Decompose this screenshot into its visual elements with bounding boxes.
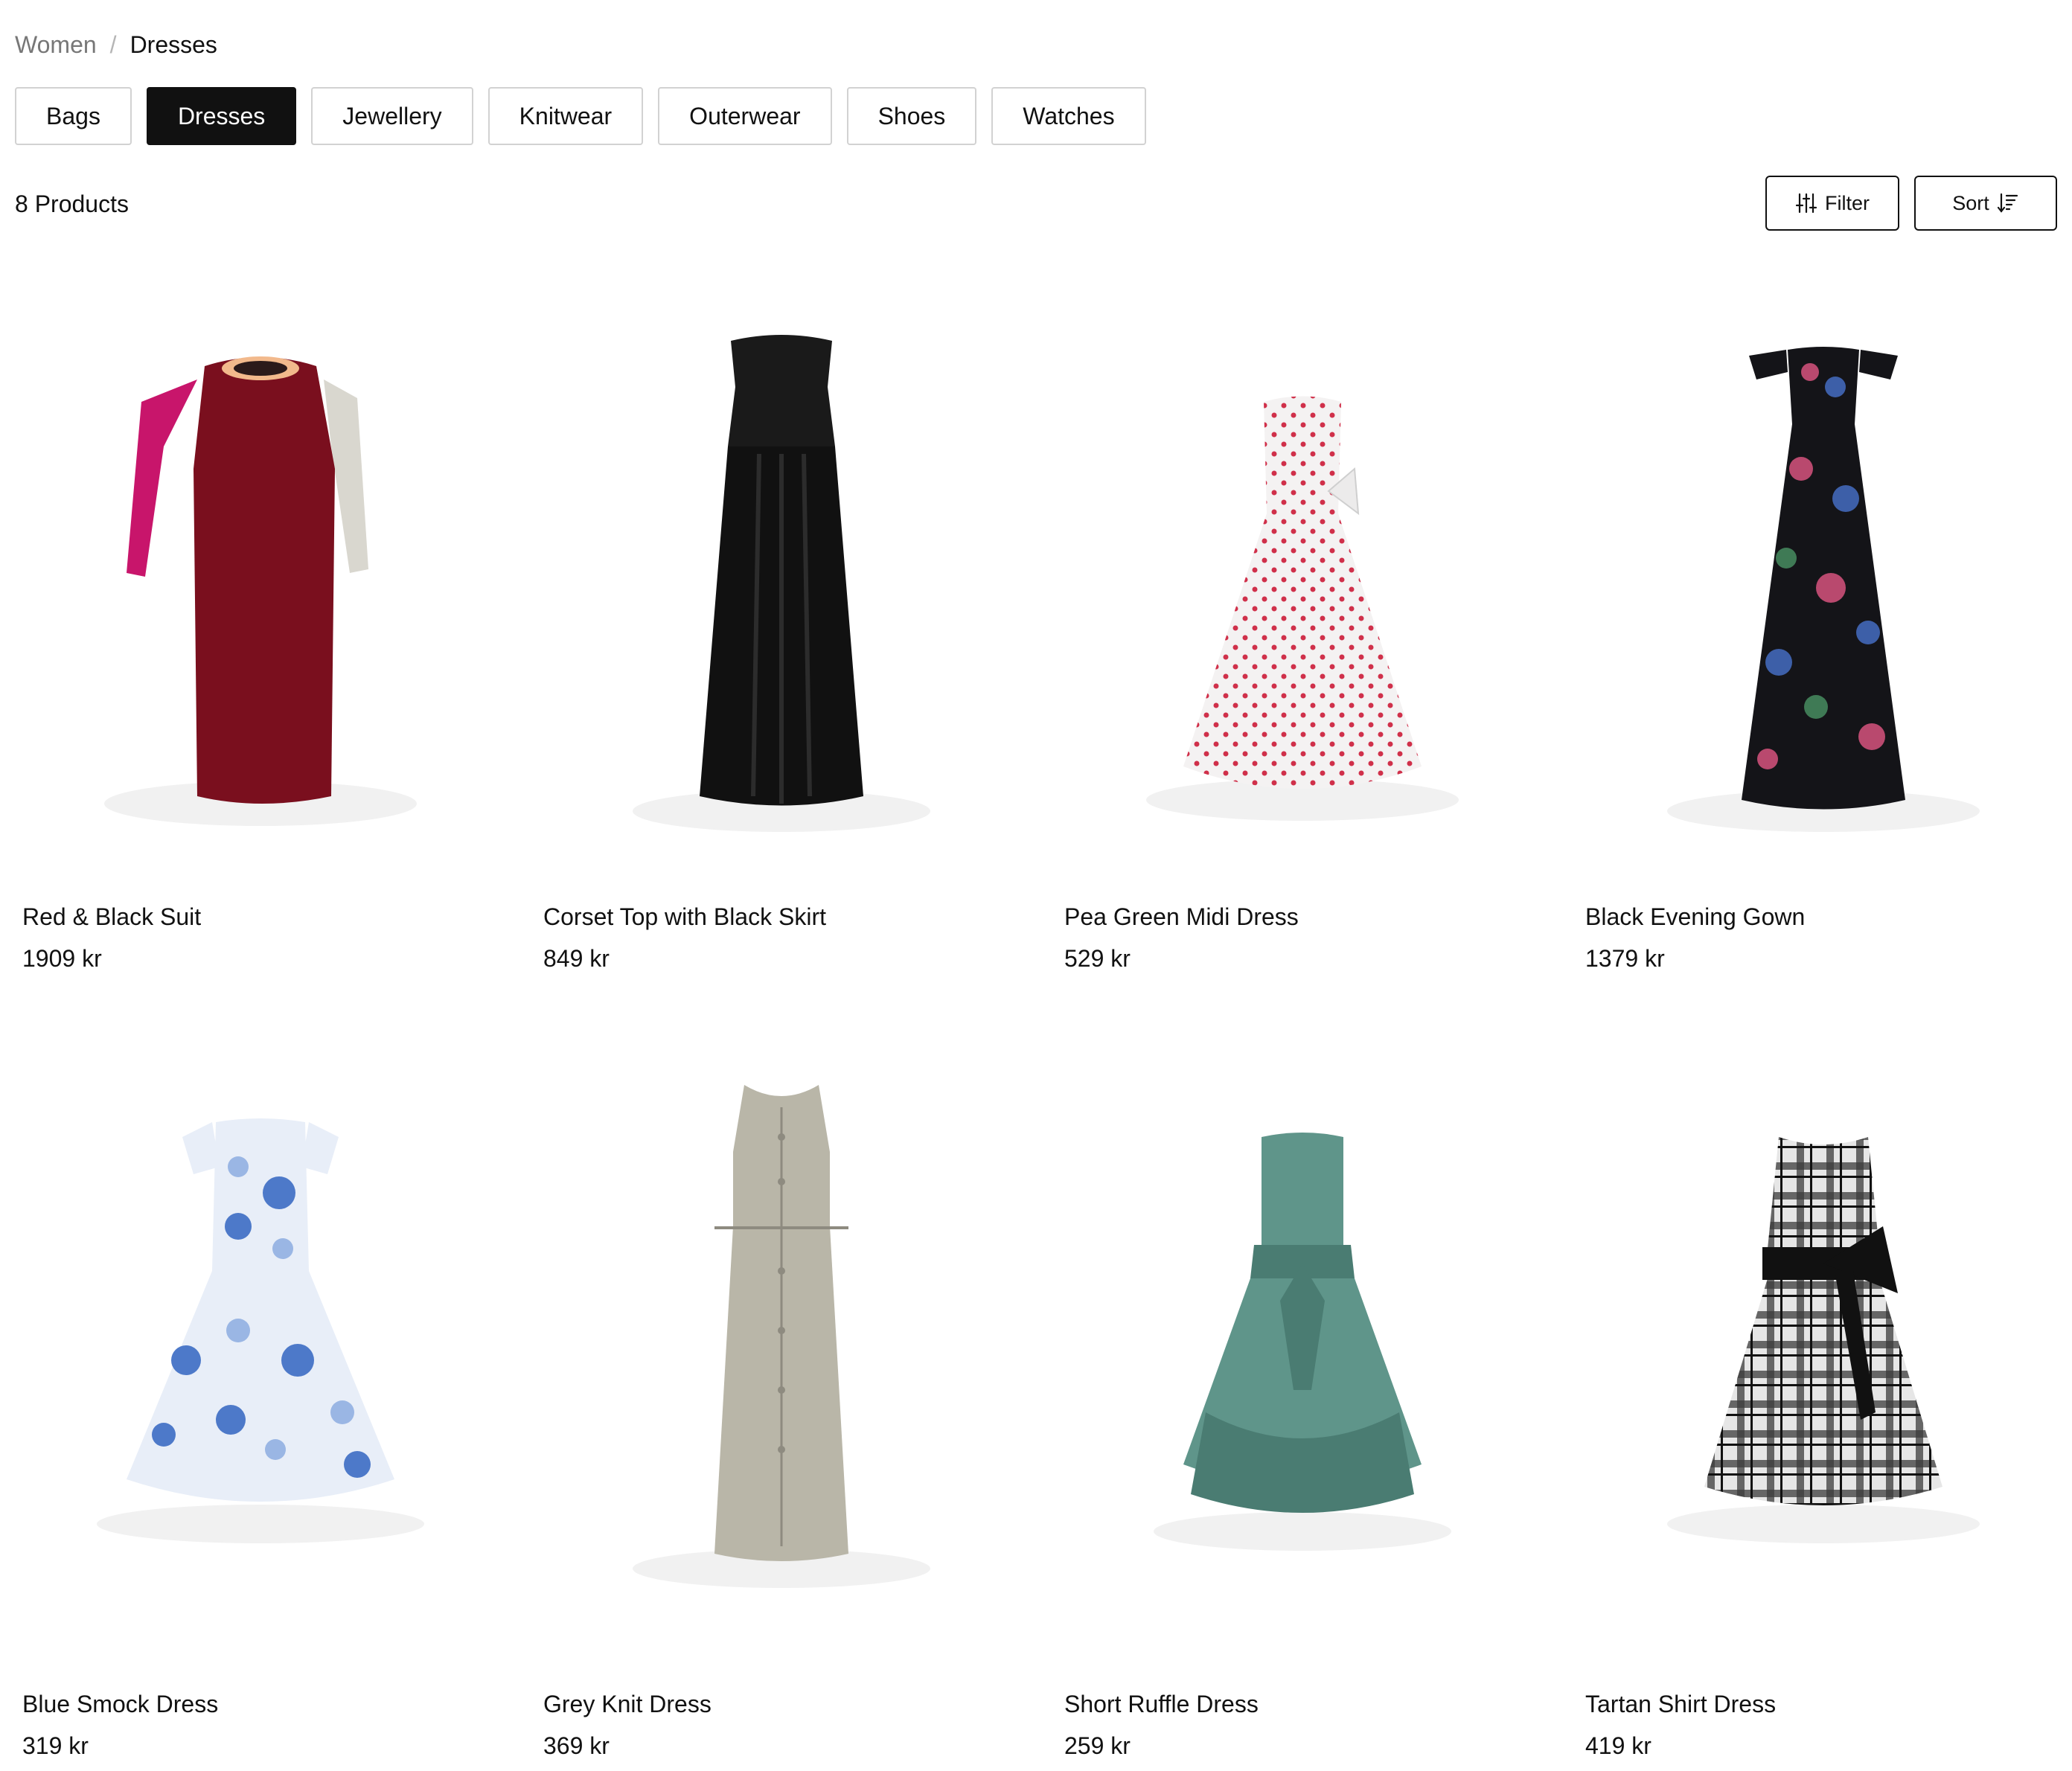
product-image-blue-bubble-dress[interactable] <box>15 1063 506 1650</box>
product-price: 529 kr <box>1064 945 1131 972</box>
filter-button[interactable]: Filter <box>1765 176 1899 231</box>
breadcrumb-separator: / <box>109 31 117 58</box>
product-image-tartan-dress[interactable] <box>1578 1063 2069 1650</box>
breadcrumb-current: Dresses <box>130 31 217 58</box>
product-price: 1379 kr <box>1585 945 1665 972</box>
breadcrumb-link-women[interactable]: Women <box>15 27 97 63</box>
product-card[interactable]: Tartan Shirt Dress 419 kr <box>1578 1063 2069 1761</box>
product-card[interactable]: Corset Top with Black Skirt 849 kr <box>536 275 1027 973</box>
category-tabs: Bags Dresses Jewellery Knitwear Outerwea… <box>15 87 1146 145</box>
listing-toolbar: Filter Sort <box>1765 176 2057 231</box>
product-listing-page: Women / Dresses Bags Dresses Jewellery K… <box>0 0 2072 1771</box>
product-image-red-colorblock-dress[interactable] <box>15 275 506 863</box>
tab-jewellery[interactable]: Jewellery <box>311 87 473 145</box>
product-price: 849 kr <box>543 945 610 972</box>
product-name[interactable]: Tartan Shirt Dress <box>1578 1689 2069 1719</box>
sort-descending-icon <box>1997 192 2019 214</box>
product-card[interactable]: Grey Knit Dress 369 kr <box>536 1063 1027 1761</box>
product-grid: Red & Black Suit 1909 kr Corset Top with… <box>15 275 2069 1761</box>
tab-dresses[interactable]: Dresses <box>146 87 297 145</box>
product-image-black-corset-gown[interactable] <box>536 275 1027 863</box>
sort-button-label: Sort <box>1952 191 1989 214</box>
product-name[interactable]: Black Evening Gown <box>1578 902 2069 932</box>
sliders-icon <box>1795 192 1817 214</box>
filter-button-label: Filter <box>1825 191 1870 214</box>
product-price: 369 kr <box>543 1732 610 1759</box>
product-image-black-floral-gown[interactable] <box>1578 275 2069 863</box>
product-card[interactable]: Short Ruffle Dress 259 kr <box>1057 1063 1548 1761</box>
product-price: 259 kr <box>1064 1732 1131 1759</box>
tab-watches[interactable]: Watches <box>991 87 1146 145</box>
product-card[interactable]: Pea Green Midi Dress 529 kr <box>1057 275 1548 973</box>
product-name[interactable]: Short Ruffle Dress <box>1057 1689 1548 1719</box>
product-image-white-polka-dot-dress[interactable] <box>1057 275 1548 863</box>
product-name[interactable]: Red & Black Suit <box>15 902 506 932</box>
breadcrumb: Women / Dresses <box>15 27 217 63</box>
sort-button[interactable]: Sort <box>1914 176 2057 231</box>
product-image-teal-ruffle-dress[interactable] <box>1057 1063 1548 1650</box>
product-name[interactable]: Pea Green Midi Dress <box>1057 902 1548 932</box>
tab-shoes[interactable]: Shoes <box>846 87 977 145</box>
product-price: 1909 kr <box>22 945 102 972</box>
product-price: 319 kr <box>22 1732 89 1759</box>
product-name[interactable]: Grey Knit Dress <box>536 1689 1027 1719</box>
tab-bags[interactable]: Bags <box>15 87 132 145</box>
product-card[interactable]: Black Evening Gown 1379 kr <box>1578 275 2069 973</box>
tab-knitwear[interactable]: Knitwear <box>487 87 644 145</box>
product-price: 419 kr <box>1585 1732 1651 1759</box>
product-name[interactable]: Blue Smock Dress <box>15 1689 506 1719</box>
product-count: 8 Products <box>15 190 129 217</box>
product-card[interactable]: Blue Smock Dress 319 kr <box>15 1063 506 1761</box>
tab-outerwear[interactable]: Outerwear <box>658 87 832 145</box>
product-image-grey-button-dress[interactable] <box>536 1063 1027 1650</box>
product-card[interactable]: Red & Black Suit 1909 kr <box>15 275 506 973</box>
product-name[interactable]: Corset Top with Black Skirt <box>536 902 1027 932</box>
